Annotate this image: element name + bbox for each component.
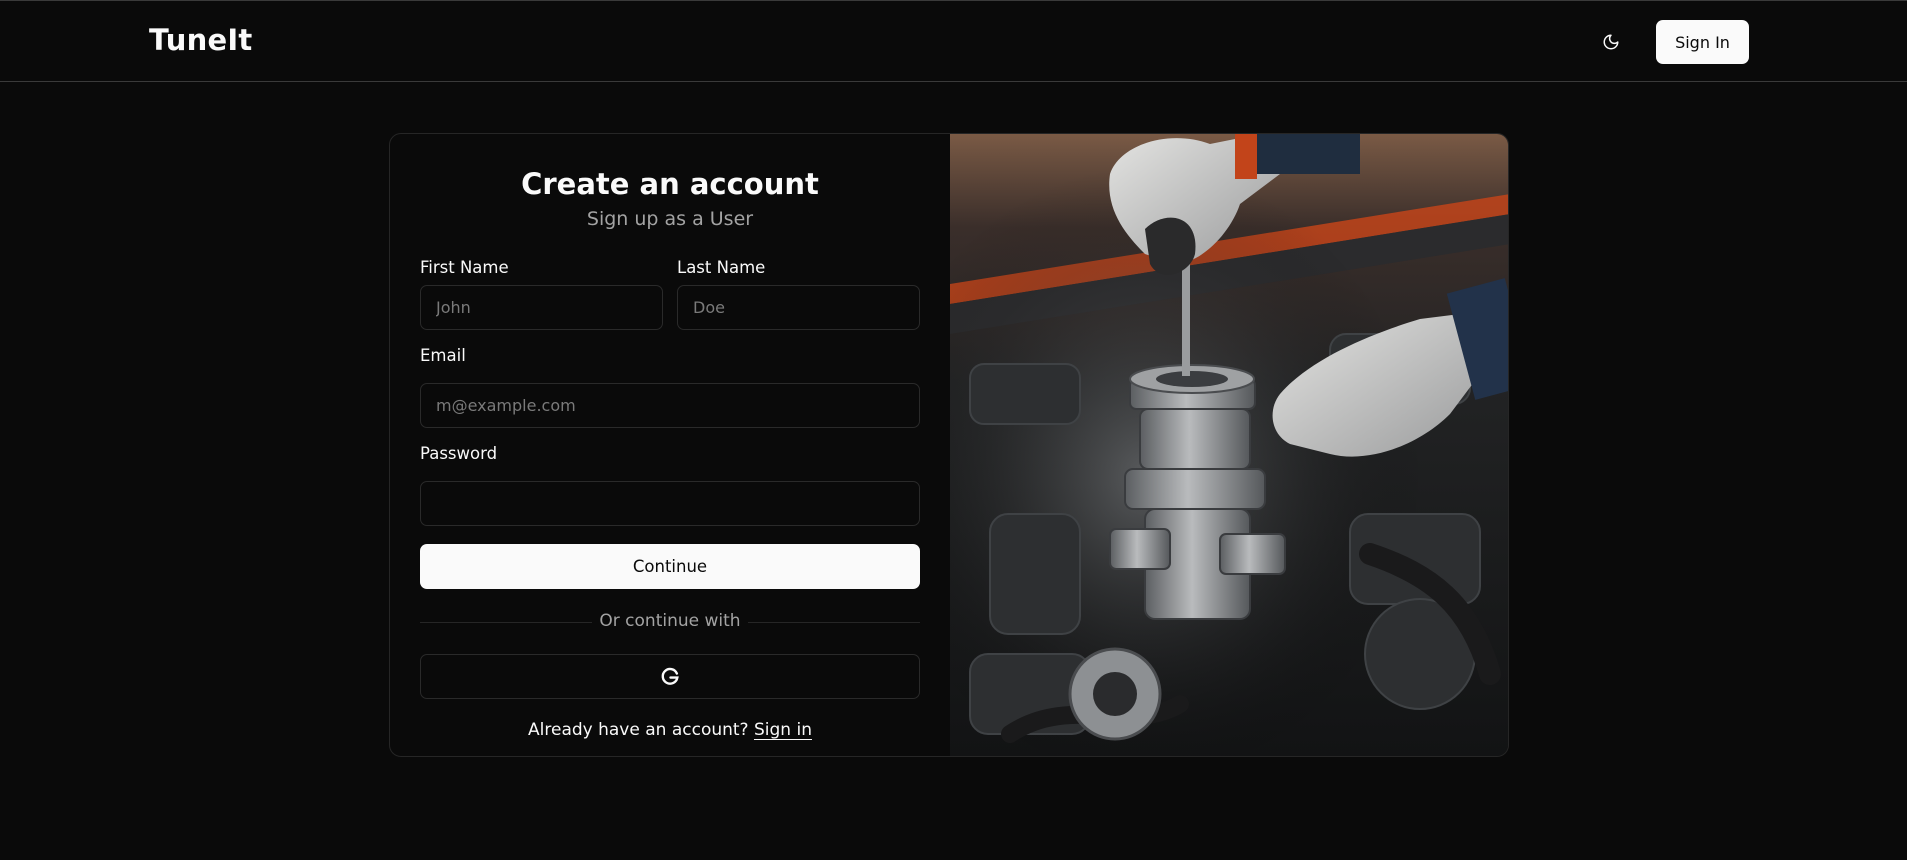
brand-logo-text[interactable]: TuneIt [149, 23, 252, 57]
header-sign-in-button[interactable]: Sign In [1656, 20, 1749, 64]
signup-form: Create an account Sign up as a User Firs… [390, 134, 950, 756]
email-label: Email [420, 346, 466, 365]
divider-line-right [748, 622, 920, 623]
last-name-field[interactable] [677, 285, 920, 330]
moon-icon [1603, 34, 1619, 50]
divider-text: Or continue with [599, 611, 741, 631]
password-field[interactable] [420, 481, 920, 526]
google-icon [661, 667, 679, 685]
form-title: Create an account [521, 167, 819, 201]
theme-toggle-button[interactable] [1590, 21, 1632, 63]
hero-image [950, 134, 1508, 756]
email-field[interactable] [420, 383, 920, 428]
top-nav-bar: TuneIt Sign In [0, 0, 1907, 82]
first-name-field[interactable] [420, 285, 663, 330]
signin-link[interactable]: Sign in [754, 720, 812, 740]
password-label: Password [420, 444, 498, 463]
signup-card: Create an account Sign up as a User Firs… [389, 133, 1509, 757]
signin-prompt-text: Already have an account? [528, 720, 749, 740]
last-name-label: Last Name [677, 258, 766, 277]
google-signin-button[interactable] [420, 654, 920, 699]
engine-mechanic-illustration [950, 134, 1508, 756]
form-subtitle: Sign up as a User [586, 208, 754, 230]
first-name-label: First Name [420, 258, 509, 277]
continue-button[interactable]: Continue [420, 544, 920, 589]
signin-prompt: Already have an account? Sign in [390, 720, 950, 740]
